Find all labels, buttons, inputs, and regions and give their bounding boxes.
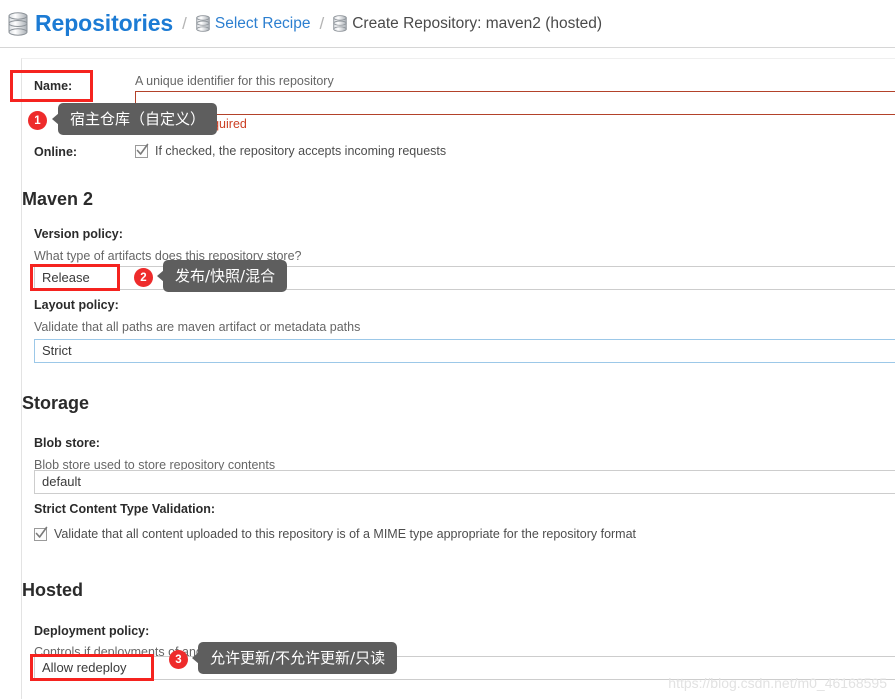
- annotation-marker-3: 3: [169, 650, 188, 669]
- layout-policy-select[interactable]: Strict: [34, 339, 895, 363]
- annotation-tooltip-2: 发布/快照/混合: [163, 260, 288, 292]
- annotation-tooltip-3: 允许更新/不允许更新/只读: [198, 642, 398, 674]
- annotation-marker-2: 2: [134, 268, 153, 287]
- breadcrumb-root[interactable]: Repositories: [35, 10, 173, 37]
- name-helper-text: A unique identifier for this repository: [135, 74, 334, 88]
- watermark: https://blog.csdn.net/m0_46168595: [668, 675, 887, 691]
- online-checkbox-row[interactable]: If checked, the repository accepts incom…: [135, 143, 447, 158]
- breadcrumb-separator-2: /: [319, 13, 325, 33]
- annotation-tooltip-1: 宿主仓库（自定义）: [58, 103, 218, 135]
- section-title-storage: Storage: [22, 393, 90, 413]
- strict-content-type-checkbox-label: Validate that all content uploaded to th…: [54, 527, 637, 541]
- blob-store-select[interactable]: default: [34, 470, 895, 494]
- section-title-hosted: Hosted: [22, 580, 84, 600]
- database-icon: [333, 15, 347, 32]
- annotation-marker-1: 1: [28, 111, 47, 130]
- online-label: Online:: [34, 145, 78, 159]
- breadcrumb-link-select-recipe[interactable]: Select Recipe: [196, 15, 311, 33]
- app-root: Repositories / Select Recipe / Create Re…: [0, 0, 895, 699]
- layout-policy-helper-text: Validate that all paths are maven artifa…: [34, 320, 361, 334]
- name-input[interactable]: [135, 91, 895, 115]
- breadcrumb-separator-1: /: [182, 13, 187, 33]
- breadcrumb: Repositories / Select Recipe / Create Re…: [0, 0, 895, 48]
- breadcrumb-link-label[interactable]: Select Recipe: [215, 15, 311, 33]
- blob-store-label: Blob store:: [34, 436, 100, 450]
- name-label: Name:: [34, 79, 73, 93]
- breadcrumb-current: Create Repository: maven2 (hosted): [333, 15, 602, 33]
- checkbox-icon[interactable]: [34, 526, 48, 541]
- checkbox-icon[interactable]: [135, 143, 149, 158]
- section-title-maven2: Maven 2: [22, 189, 94, 209]
- strict-content-type-label: Strict Content Type Validation:: [34, 502, 216, 516]
- database-icon: [8, 11, 28, 36]
- database-icon: [196, 15, 210, 32]
- version-policy-label: Version policy:: [34, 227, 123, 241]
- deployment-policy-label: Deployment policy:: [34, 624, 150, 638]
- online-checkbox-label: If checked, the repository accepts incom…: [155, 144, 447, 158]
- layout-policy-label: Layout policy:: [34, 298, 119, 312]
- breadcrumb-current-label: Create Repository: maven2 (hosted): [352, 14, 603, 32]
- create-repository-form: Name: A unique identifier for this repos…: [21, 58, 895, 699]
- strict-content-type-checkbox-row[interactable]: Validate that all content uploaded to th…: [34, 526, 637, 541]
